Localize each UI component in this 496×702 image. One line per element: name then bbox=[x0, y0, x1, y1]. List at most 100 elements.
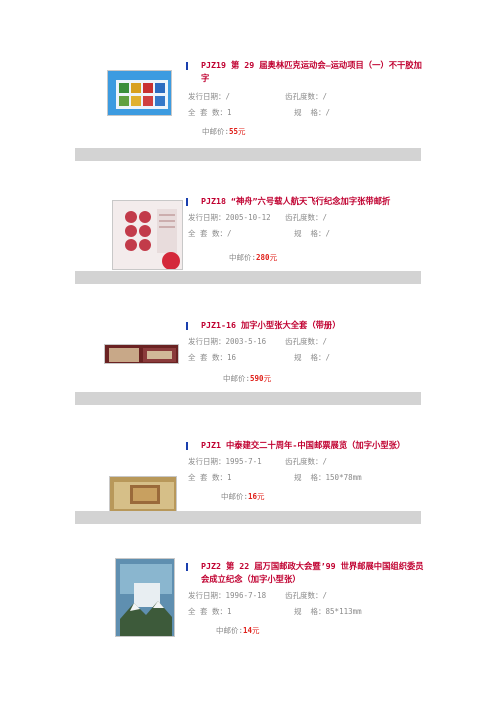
price-unit: 元 bbox=[252, 626, 260, 635]
perf-label: 齿孔度数： bbox=[285, 92, 323, 101]
issue-row: 发行日期：2003-5-16 bbox=[188, 337, 266, 347]
stamp-title[interactable]: PJZ1-16 加字小型张大全套（带册） bbox=[201, 319, 426, 332]
price-label: 中邮价: bbox=[216, 626, 244, 635]
separator-bar bbox=[75, 148, 421, 161]
stamp-thumbnail[interactable] bbox=[112, 200, 183, 270]
perf-label: 齿孔度数： bbox=[285, 213, 323, 222]
count-label: 全 套 数： bbox=[188, 229, 228, 238]
price-label: 中邮价: bbox=[221, 492, 249, 501]
stamp-title[interactable]: PJZ18 “神舟”六号载人航天飞行纪念加字张带邮折 bbox=[201, 195, 436, 208]
issue-value: 1996-7-18 bbox=[225, 591, 267, 600]
album-image bbox=[105, 345, 178, 363]
count-row: 全 套 数：1 bbox=[188, 607, 232, 617]
issue-value: 2005-10-12 bbox=[225, 213, 271, 222]
issue-row: 发行日期：2005-10-12 bbox=[188, 213, 271, 223]
issue-label: 发行日期： bbox=[188, 337, 226, 346]
bullet-marker-icon bbox=[186, 322, 188, 330]
separator-bar bbox=[75, 271, 421, 284]
size-label: 规 格： bbox=[294, 473, 326, 482]
price-value: 16 bbox=[248, 492, 258, 501]
price-label: 中邮价: bbox=[229, 253, 257, 262]
size-row: 规 格：/ bbox=[294, 108, 330, 118]
stamp-thumbnail[interactable] bbox=[109, 476, 177, 513]
perf-label: 齿孔度数： bbox=[285, 337, 323, 346]
count-row: 全 套 数：1 bbox=[188, 108, 232, 118]
size-value: / bbox=[325, 108, 331, 117]
stamp-thumbnail[interactable] bbox=[107, 70, 172, 116]
issue-value: / bbox=[225, 92, 231, 101]
price-unit: 元 bbox=[263, 374, 272, 383]
price-row: 中邮价:16元 bbox=[221, 492, 265, 502]
size-value: 150*78mm bbox=[325, 473, 362, 482]
perf-row: 齿孔度数：/ bbox=[285, 92, 327, 102]
count-value: 1 bbox=[227, 607, 232, 616]
issue-row: 发行日期：1996-7-18 bbox=[188, 591, 266, 601]
size-value: 85*113mm bbox=[325, 607, 362, 616]
price-row: 中邮价:14元 bbox=[216, 626, 260, 636]
size-row: 规 格：85*113mm bbox=[294, 607, 362, 617]
size-label: 规 格： bbox=[294, 108, 326, 117]
perf-value: / bbox=[322, 591, 328, 600]
price-value: 590 bbox=[250, 374, 264, 383]
count-label: 全 套 数： bbox=[188, 473, 228, 482]
stamp-thumbnail[interactable] bbox=[115, 558, 175, 637]
stamp-title[interactable]: PJZ19 第 29 届奥林匹克运动会—运动项目（一）不干胶加字 bbox=[201, 59, 426, 85]
count-value: / bbox=[227, 229, 232, 238]
perf-value: / bbox=[322, 457, 328, 466]
perf-value: / bbox=[322, 213, 328, 222]
separator-bar bbox=[75, 511, 421, 524]
shenzhou-sheet-image bbox=[113, 201, 182, 269]
size-row: 规 格：/ bbox=[294, 353, 330, 363]
price-row: 中邮价:280元 bbox=[229, 253, 277, 263]
issue-value: 1995-7-1 bbox=[225, 457, 262, 466]
upu-sheet-image bbox=[116, 559, 174, 636]
price-unit: 元 bbox=[238, 127, 246, 136]
issue-value: 2003-5-16 bbox=[225, 337, 267, 346]
price-row: 中邮价:590元 bbox=[223, 374, 271, 384]
price-value: 55 bbox=[229, 127, 239, 136]
perf-row: 齿孔度数：/ bbox=[285, 337, 327, 347]
count-value: 16 bbox=[227, 353, 237, 362]
issue-label: 发行日期： bbox=[188, 457, 226, 466]
size-label: 规 格： bbox=[294, 607, 326, 616]
count-row: 全 套 数：1 bbox=[188, 473, 232, 483]
olympic-sheet-image bbox=[108, 71, 171, 115]
price-value: 14 bbox=[243, 626, 253, 635]
souvenir-sheet-image bbox=[110, 477, 176, 512]
size-value: / bbox=[325, 353, 331, 362]
bullet-marker-icon bbox=[186, 198, 188, 206]
perf-row: 齿孔度数：/ bbox=[285, 591, 327, 601]
count-row: 全 套 数：16 bbox=[188, 353, 236, 363]
separator-bar bbox=[75, 392, 421, 405]
bullet-marker-icon bbox=[186, 563, 188, 571]
bullet-marker-icon bbox=[186, 62, 188, 70]
perf-row: 齿孔度数：/ bbox=[285, 213, 327, 223]
price-unit: 元 bbox=[257, 492, 265, 501]
issue-label: 发行日期： bbox=[188, 591, 226, 600]
price-label: 中邮价: bbox=[223, 374, 251, 383]
perf-label: 齿孔度数： bbox=[285, 457, 323, 466]
perf-value: / bbox=[322, 337, 328, 346]
issue-row: 发行日期：1995-7-1 bbox=[188, 457, 262, 467]
price-value: 280 bbox=[256, 253, 270, 262]
issue-label: 发行日期： bbox=[188, 92, 226, 101]
size-value: / bbox=[325, 229, 331, 238]
count-value: 1 bbox=[227, 473, 232, 482]
size-label: 规 格： bbox=[294, 229, 326, 238]
count-value: 1 bbox=[227, 108, 232, 117]
stamp-title[interactable]: PJZ2 第 22 届万国邮政大会暨’99 世界邮展中国组织委员会成立纪念（加字… bbox=[201, 560, 426, 586]
size-label: 规 格： bbox=[294, 353, 326, 362]
count-label: 全 套 数： bbox=[188, 607, 228, 616]
price-unit: 元 bbox=[269, 253, 278, 262]
perf-label: 齿孔度数： bbox=[285, 591, 323, 600]
issue-row: 发行日期：/ bbox=[188, 92, 230, 102]
stamp-thumbnail[interactable] bbox=[104, 344, 179, 364]
perf-row: 齿孔度数：/ bbox=[285, 457, 327, 467]
stamp-title[interactable]: PJZ1 中泰建交二十周年-中国邮票展览（加字小型张） bbox=[201, 439, 436, 452]
size-row: 规 格：150*78mm bbox=[294, 473, 362, 483]
price-label: 中邮价: bbox=[202, 127, 230, 136]
price-row: 中邮价:55元 bbox=[202, 127, 246, 137]
count-row: 全 套 数：/ bbox=[188, 229, 232, 239]
bullet-marker-icon bbox=[186, 442, 188, 450]
count-label: 全 套 数： bbox=[188, 108, 228, 117]
